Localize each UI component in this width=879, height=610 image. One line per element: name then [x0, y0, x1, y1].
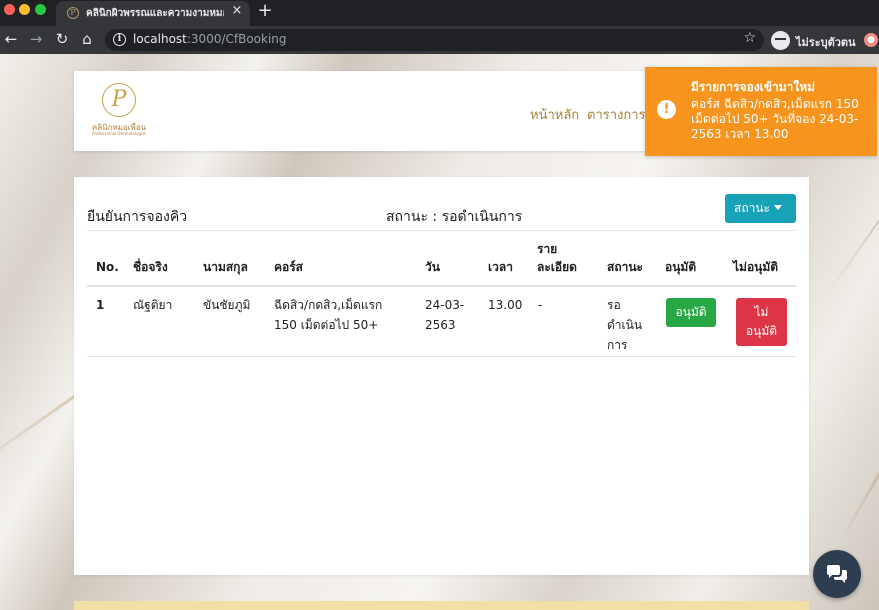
- column-header-last-name: นามสกุล: [203, 260, 248, 274]
- window-maximize-button[interactable]: [35, 4, 46, 15]
- back-arrow-icon[interactable]: ←: [1, 29, 21, 49]
- logo-subtext: Professional Dermatologist: [92, 131, 146, 136]
- course-line1: ฉีดสิว/กดสิว,เม็ดแรก: [274, 298, 383, 312]
- course-line2: 150 เม็ดต่อไป 50+: [274, 318, 379, 332]
- exclamation-icon: !: [657, 100, 676, 119]
- chat-bubbles-icon: [827, 565, 847, 583]
- status-filter-dropdown[interactable]: สถานะ: [725, 194, 796, 223]
- logo-monogram: P: [102, 83, 136, 117]
- reload-icon[interactable]: ↻: [52, 29, 72, 49]
- marble-vein: [838, 368, 879, 543]
- status-line3: การ: [607, 338, 628, 352]
- column-header-course: คอร์ส: [274, 260, 304, 274]
- row-number: 1: [96, 298, 105, 312]
- browser-tab[interactable]: P คลินิกผิวพรรณและความงามหมอเพื่อน ×: [56, 1, 250, 26]
- row-first-name: ณัฐติยา: [133, 298, 173, 312]
- reject-button[interactable]: ไม่อนุมัติ: [736, 298, 787, 346]
- footer-strip: [74, 601, 809, 610]
- column-header-time: เวลา: [488, 260, 513, 274]
- row-details: -: [538, 298, 543, 312]
- approve-button[interactable]: อนุมัติ: [666, 298, 716, 327]
- reject-line1: ไม่: [754, 305, 769, 319]
- site-info-icon[interactable]: i: [113, 33, 126, 46]
- card-header: ยืนยันการจองคิว สถานะ : รอดำเนินการ สถาน…: [87, 194, 796, 231]
- forward-arrow-icon[interactable]: →: [26, 29, 46, 49]
- row-last-name: ขันชัยภูมิ: [203, 298, 251, 312]
- booking-confirmation-card: ยืนยันการจองคิว สถานะ : รอดำเนินการ สถาน…: [74, 177, 809, 575]
- table-header: No. ชื่อจริง นามสกุล คอร์ส วัน เวลา รายล…: [87, 233, 796, 287]
- column-header-date: วัน: [425, 260, 440, 274]
- clinic-logo[interactable]: P คลินิกหมอเพื่อน Professional Dermatolo…: [86, 81, 152, 139]
- row-time: 13.00: [488, 298, 523, 312]
- column-header-no: No.: [96, 260, 119, 274]
- nav-link-booking-schedule[interactable]: ตารางการจอง: [587, 104, 647, 125]
- column-header-approve: อนุมัติ: [665, 260, 697, 274]
- details-header-line1: ราย: [537, 242, 558, 256]
- incognito-profile[interactable]: ไม่ระบุตัวตน: [771, 31, 856, 51]
- extension-icon[interactable]: ●: [864, 33, 878, 47]
- status-dropdown-label: สถานะ: [734, 201, 770, 215]
- toast-title: มีรายการจองเข้ามาใหม่: [691, 80, 816, 94]
- home-icon[interactable]: ⌂: [77, 29, 97, 49]
- date-line1: 24-03-: [425, 298, 465, 312]
- status-line1: รอ: [607, 298, 621, 312]
- new-tab-icon[interactable]: +: [257, 1, 273, 21]
- column-header-first-name: ชื่อจริง: [133, 260, 168, 274]
- column-header-details: รายละเอียด: [537, 240, 577, 276]
- chat-button[interactable]: [813, 550, 861, 598]
- tab-close-icon[interactable]: ×: [229, 3, 245, 19]
- incognito-icon: [771, 31, 790, 50]
- column-header-status: สถานะ: [607, 260, 643, 274]
- column-header-reject: ไม่อนุมัติ: [733, 260, 779, 274]
- row-course: ฉีดสิว/กดสิว,เม็ดแรก 150 เม็ดต่อไป 50+: [274, 295, 382, 335]
- date-line2: 2563: [425, 318, 456, 332]
- browser-toolbar: ← → ↻ ⌂ i localhost:3000/CfBooking ☆ ไม่…: [0, 26, 879, 54]
- profile-label: ไม่ระบุตัวตน: [796, 36, 856, 49]
- current-status-label: สถานะ : รอดำเนินการ: [386, 209, 523, 225]
- favicon-icon: P: [67, 7, 79, 19]
- toast-message: คอร์ส ฉีดสิว/กดสิว,เม็ดแรก 150 เม็ดต่อไป…: [691, 97, 859, 141]
- row-date: 24-03- 2563: [425, 295, 464, 335]
- bookmark-star-icon[interactable]: ☆: [743, 30, 756, 46]
- caret-down-icon: [773, 205, 782, 210]
- new-booking-toast[interactable]: ! มีรายการจองเข้ามาใหม่ คอร์ส ฉีดสิว/กดส…: [645, 67, 877, 156]
- status-line2: ดำเนิน: [607, 318, 643, 332]
- page-title: ยืนยันการจองคิว: [87, 209, 188, 225]
- window-minimize-button[interactable]: [19, 4, 30, 15]
- address-bar[interactable]: i localhost:3000/CfBooking ☆: [105, 29, 764, 51]
- url-text: localhost:3000/CfBooking: [133, 32, 287, 46]
- table-row: 1 ณัฐติยา ขันชัยภูมิ ฉีดสิว/กดสิว,เม็ดแร…: [87, 289, 796, 357]
- browser-titlebar: P คลินิกผิวพรรณและความงามหมอเพื่อน × +: [0, 0, 879, 26]
- window-close-button[interactable]: [4, 4, 15, 15]
- row-status: รอดำเนินการ: [607, 295, 642, 355]
- nav-link-home[interactable]: หน้าหลัก: [530, 104, 579, 125]
- reject-line2: อนุมัติ: [745, 324, 778, 338]
- tab-title: คลินิกผิวพรรณและความงามหมอเพื่อน: [86, 8, 224, 19]
- details-header-line2: ละเอียด: [537, 260, 577, 274]
